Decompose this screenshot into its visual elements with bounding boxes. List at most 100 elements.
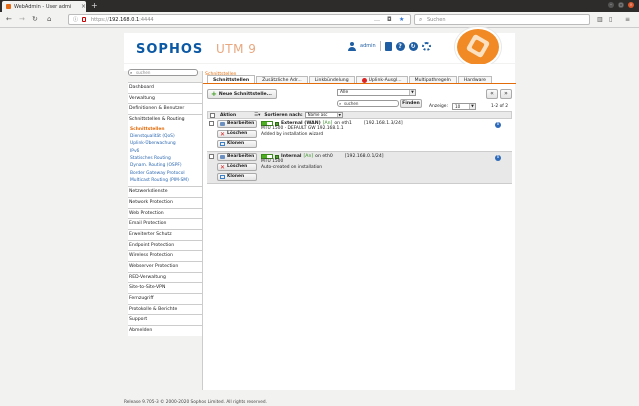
row-checkbox[interactable]: [209, 121, 214, 126]
library-icon[interactable]: ▥: [597, 16, 603, 23]
log-viewer-icon[interactable]: [384, 41, 392, 51]
pager: « »: [486, 89, 512, 99]
sidebar-item-netzwerkdienste[interactable]: Netzwerkdienste: [128, 186, 202, 197]
reload-icon[interactable]: ↻: [32, 15, 38, 24]
delete-label: Löschen: [227, 131, 248, 136]
interface-comment: Added by installation wizard: [261, 131, 324, 137]
product-name: UTM 9: [216, 42, 257, 56]
pager-next-button[interactable]: »: [500, 89, 512, 99]
close-window-icon[interactable]: ×: [628, 2, 634, 8]
sidebar-item-erweiterter-schutz[interactable]: Erweiterter Schutz: [128, 228, 202, 240]
webadmin-page: SOPHOS UTM 9 admin ? ↻ ⌕ suchen Dashboar…: [0, 27, 639, 406]
clone-button[interactable]: Klonen: [217, 140, 257, 148]
sidebar-item-definitionen[interactable]: Definitionen & Benutzer: [128, 103, 202, 115]
chevron-down-icon: ▼: [469, 104, 475, 109]
sidebar-sub-schnittstellen[interactable]: Schnittstellen: [130, 126, 202, 133]
interface-port: on eth0: [315, 154, 333, 159]
toggle-knob: [262, 122, 267, 125]
interface-status: [An]: [303, 154, 314, 159]
browser-search-bar[interactable]: ⌕ Suchen: [414, 14, 590, 25]
sidebar: ⌕ suchen Dashboard Verwaltung Definition…: [124, 69, 202, 390]
help-icon[interactable]: ?: [395, 41, 405, 51]
sidebar-sub-static-routing[interactable]: Statisches Routing: [130, 155, 202, 162]
sidebar-item-schnittstellen-routing[interactable]: Schnittstellen & Routing: [128, 114, 202, 125]
tab-underline: [203, 83, 516, 84]
sidebar-menu: Dashboard Verwaltung Definitionen & Benu…: [128, 82, 202, 336]
menu-icon[interactable]: ≡: [625, 16, 630, 23]
sidebar-item-verwaltung[interactable]: Verwaltung: [128, 92, 202, 104]
sidebar-sub-multicast[interactable]: Multicast Routing (PIM-SM): [130, 177, 202, 184]
chevron-down-icon: ▼: [336, 113, 342, 117]
sidebar-item-site-to-site-vpn[interactable]: Site-to-Site-VPN: [128, 282, 202, 293]
page-actions-icon[interactable]: …: [374, 16, 380, 23]
username[interactable]: admin: [360, 43, 376, 49]
sidebar-sub-bgp[interactable]: Border Gateway Protocol: [130, 170, 202, 177]
filter-select[interactable]: Alle ▼: [337, 89, 416, 96]
table-header: Aktion ☰▾ Sortieren nach: Name asc ▼: [207, 111, 512, 119]
url-bar[interactable]: ⓘ https://192.168.0.1:4444 … ◘ ★: [68, 14, 411, 25]
sidebar-item-protokolle[interactable]: Protokolle & Berichte: [128, 303, 202, 315]
insecure-lock-icon[interactable]: [82, 17, 86, 22]
sidebar-item-web-protection[interactable]: Web Protection: [128, 207, 202, 219]
sort-select[interactable]: Name asc ▼: [304, 112, 343, 118]
per-page-select[interactable]: 10 ▼: [452, 103, 476, 110]
new-interface-button[interactable]: + Neue Schnittstelle...: [207, 89, 277, 99]
minimize-icon[interactable]: –: [608, 2, 614, 8]
browser-tab-bar: WebAdmin - User admi × + – □ ×: [0, 0, 639, 12]
delete-label: Löschen: [227, 164, 248, 169]
back-icon[interactable]: ←: [6, 15, 12, 24]
sidebar-item-red-verwaltung[interactable]: RED-Verwaltung: [128, 271, 202, 283]
sidebar-item-support[interactable]: Support: [128, 314, 202, 326]
column-menu-icon[interactable]: ☰▾: [254, 113, 260, 118]
sidebar-item-dashboard[interactable]: Dashboard: [128, 82, 202, 93]
select-all-checkbox[interactable]: [210, 112, 215, 118]
ethernet-icon: [275, 154, 279, 159]
tab-close-icon[interactable]: ×: [81, 3, 86, 10]
filter-value: Alle: [340, 90, 349, 95]
find-input[interactable]: ⌕ suchen: [337, 100, 399, 107]
edit-button[interactable]: Bearbeiten: [217, 120, 257, 128]
chevron-down-icon: ▼: [409, 90, 415, 95]
find-input-value: suchen: [344, 101, 359, 106]
pager-prev-button[interactable]: «: [486, 89, 498, 99]
browser-tab[interactable]: WebAdmin - User admi ×: [2, 1, 86, 12]
sort-label: Sortieren nach:: [264, 112, 303, 118]
status-spinner-icon: [421, 41, 431, 51]
sidebar-sub-ospf[interactable]: Dynam. Routing (OSPF): [130, 162, 202, 169]
sidebar-sub-ipv6[interactable]: IPv6: [130, 148, 202, 155]
home-icon[interactable]: ⌂: [47, 15, 51, 24]
maximize-icon[interactable]: □: [618, 2, 624, 8]
info-icon[interactable]: i: [495, 155, 501, 161]
info-icon[interactable]: i: [495, 122, 501, 128]
sidebar-item-email-protection[interactable]: Email Protection: [128, 218, 202, 229]
row-checkbox[interactable]: [209, 154, 214, 159]
forward-icon[interactable]: →: [19, 15, 25, 24]
sidebar-item-endpoint-protection[interactable]: Endpoint Protection: [128, 239, 202, 251]
interface-comment: Auto-created on installation: [261, 164, 323, 170]
delete-button[interactable]: ✕ Löschen: [217, 163, 257, 171]
search-placeholder: Suchen: [427, 17, 446, 23]
webadmin-container: SOPHOS UTM 9 admin ? ↻ ⌕ suchen Dashboar…: [124, 27, 516, 390]
sidebar-sub-qos[interactable]: Dienstqualität (QoS): [130, 133, 202, 140]
new-tab-button[interactable]: +: [91, 1, 98, 11]
sidebar-search-input[interactable]: ⌕ suchen: [128, 69, 198, 76]
delete-button[interactable]: ✕ Löschen: [217, 130, 257, 138]
user-icon[interactable]: [348, 41, 356, 51]
bookmark-star-icon[interactable]: ★: [399, 16, 404, 23]
sidebar-item-fernzugriff[interactable]: Fernzugriff: [128, 293, 202, 304]
clone-button[interactable]: Klonen: [217, 173, 257, 181]
sidebar-toggle-icon[interactable]: ▯: [609, 16, 612, 23]
sidebar-sub-uplink[interactable]: Uplink-Überwachung: [130, 140, 202, 147]
search-icon: ⌕: [339, 101, 342, 106]
delete-icon: ✕: [220, 130, 226, 138]
reload-page-icon[interactable]: ↻: [408, 41, 418, 51]
search-icon: ⌕: [130, 70, 133, 75]
find-button[interactable]: Finden: [400, 99, 422, 108]
sidebar-item-abmelden[interactable]: Abmelden: [128, 325, 202, 336]
sidebar-item-network-protection[interactable]: Network Protection: [128, 196, 202, 208]
sidebar-item-wireless-protection[interactable]: Wireless Protection: [128, 250, 202, 261]
interface-address: [192.168.0.1/24]: [344, 154, 384, 159]
sidebar-item-webserver-protection[interactable]: Webserver Protection: [128, 260, 202, 272]
pocket-icon[interactable]: ◘: [387, 16, 392, 23]
edit-button[interactable]: Bearbeiten: [217, 153, 257, 161]
